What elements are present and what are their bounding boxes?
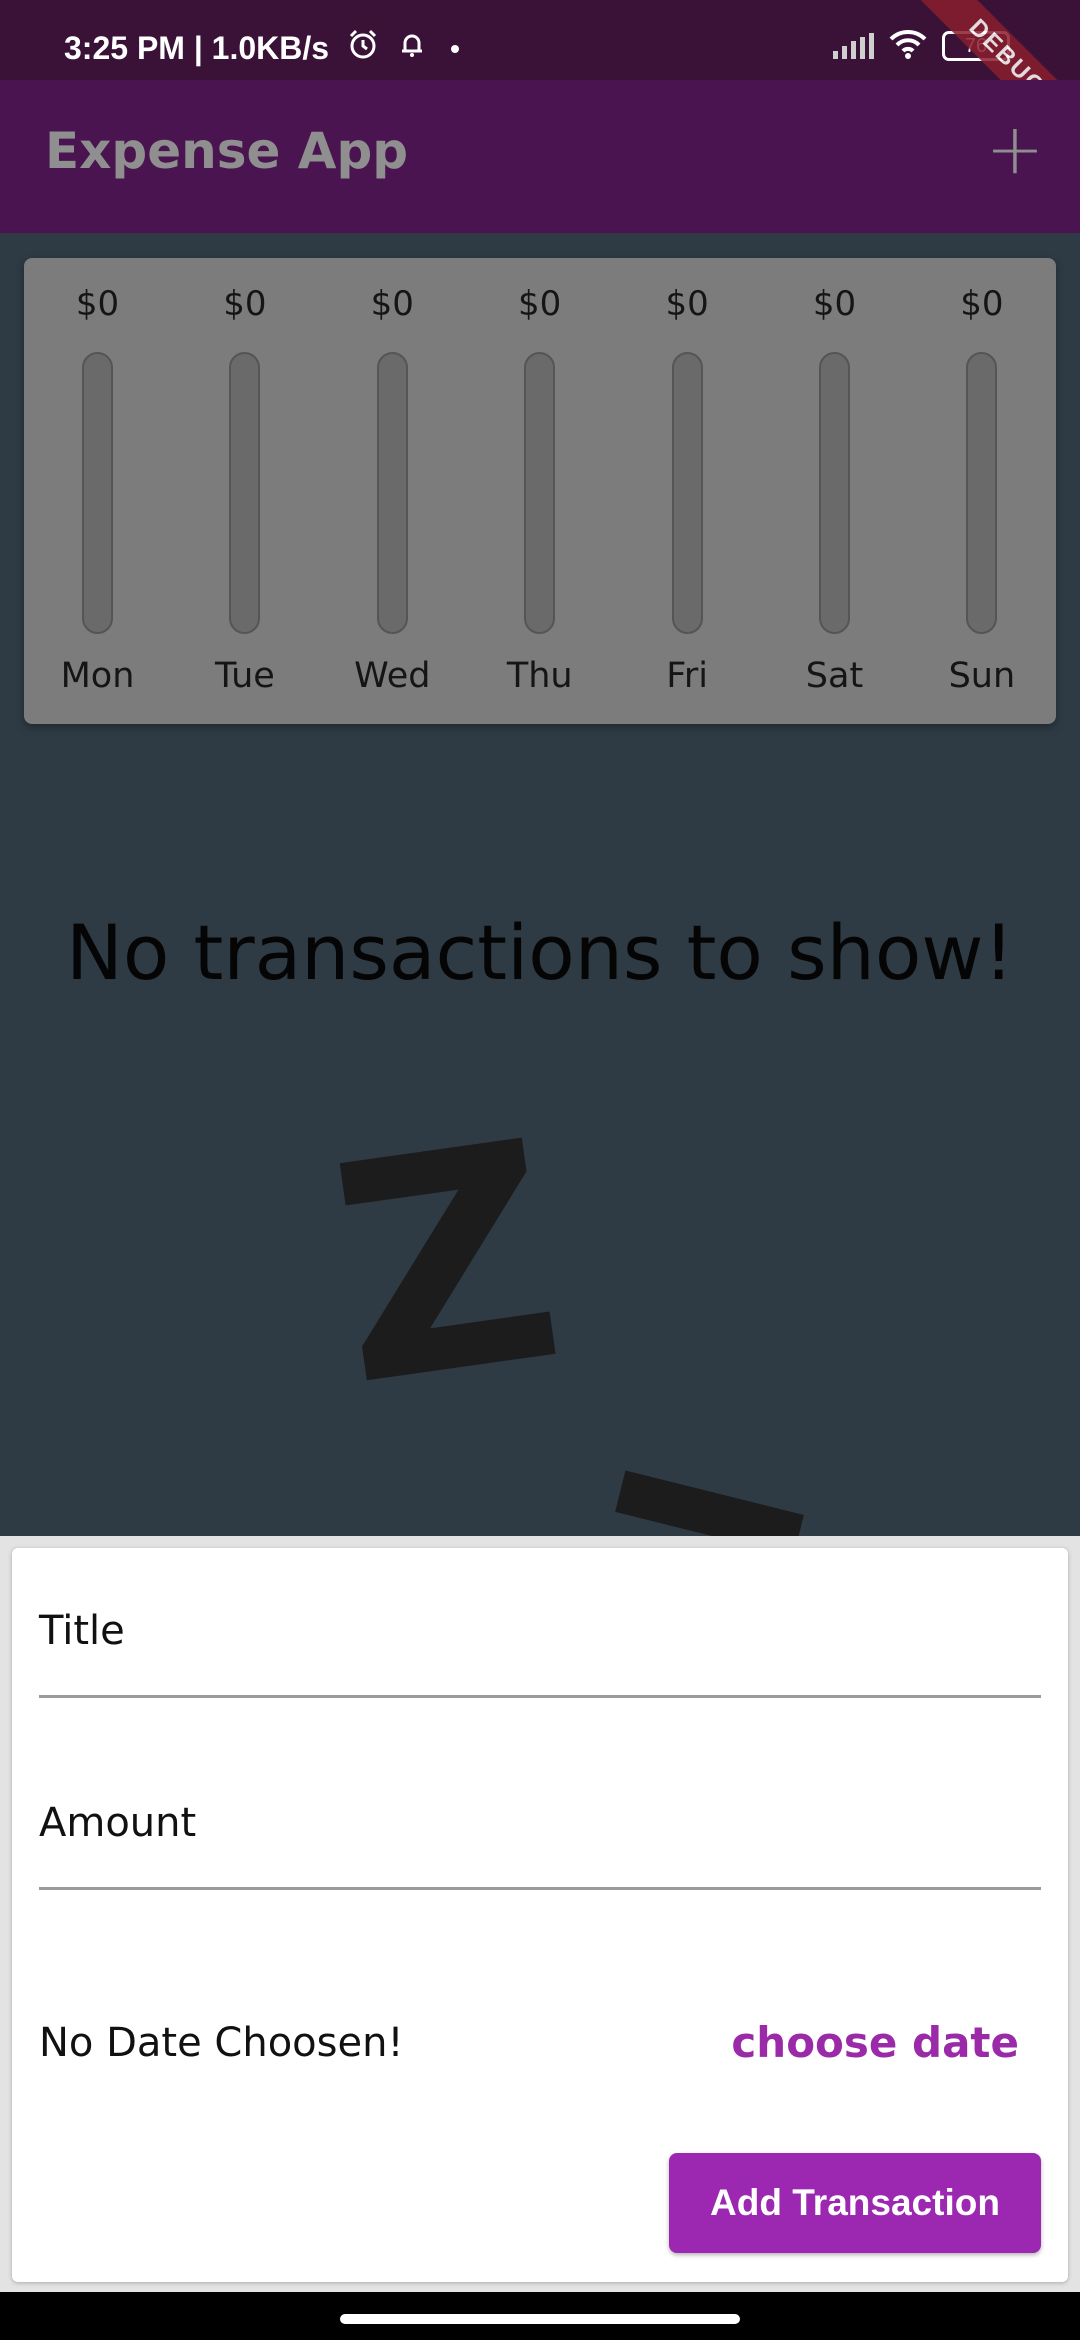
wifi-icon: [888, 28, 928, 64]
add-icon[interactable]: +: [980, 114, 1050, 186]
chart-column-wed: $0 Wed: [319, 258, 466, 724]
chart-column-sat: $0 Sat: [761, 258, 908, 724]
signal-icon: [833, 33, 874, 59]
new-transaction-card: Title Amount No Date Choosen! choose dat…: [12, 1548, 1068, 2282]
chart-day-label: Fri: [666, 656, 708, 696]
weekly-chart: $0 Mon $0 Tue $0 Wed $0 Thu $0 Fri $0 Sat $0 Sun: [24, 258, 1056, 724]
amount-field[interactable]: Amount: [39, 1740, 1041, 1890]
dot-icon: [445, 30, 465, 67]
new-transaction-sheet: Title Amount No Date Choosen! choose dat…: [0, 1536, 1080, 2292]
sleeping-z-image: Z: [314, 1076, 579, 1453]
chart-bar: [671, 352, 703, 634]
alarm-icon: [347, 28, 379, 68]
chart-amount: $0: [665, 284, 709, 324]
chart-day-label: Sat: [805, 656, 864, 696]
home-gesture-handle[interactable]: [340, 2314, 740, 2324]
chart-column-mon: $0 Mon: [24, 258, 171, 724]
chart-column-sun: $0 Sun: [908, 258, 1055, 724]
chart-column-tue: $0 Tue: [171, 258, 318, 724]
add-transaction-button[interactable]: Add Transaction: [669, 2153, 1041, 2253]
chart-day-label: Sun: [948, 656, 1016, 696]
choose-date-button[interactable]: choose date: [731, 2018, 1019, 2067]
chart-bar: [819, 352, 850, 634]
title-field[interactable]: Title: [39, 1548, 1041, 1698]
chart-amount: $0: [370, 284, 414, 324]
chart-bar: [229, 352, 261, 634]
chart-bar: [376, 352, 408, 634]
chart-day-label: Wed: [354, 656, 431, 696]
chart-column-thu: $0 Thu: [466, 258, 613, 724]
chart-bar: [966, 352, 998, 634]
title-input[interactable]: [39, 1648, 1041, 1688]
selected-date-text: No Date Choosen!: [39, 2020, 404, 2066]
amount-input[interactable]: [39, 1840, 1041, 1880]
app-bar: Expense App +: [0, 80, 1080, 233]
app-title: Expense App: [45, 122, 409, 180]
chart-bar: [524, 352, 556, 634]
chart-day-label: Thu: [506, 656, 573, 696]
chart-amount: $0: [812, 284, 857, 324]
chart-day-label: Mon: [60, 656, 135, 696]
chart-amount: $0: [223, 284, 267, 324]
status-time: 3:25 PM | 1.0KB/s: [64, 29, 330, 66]
date-row: No Date Choosen! choose date: [39, 2012, 1041, 2072]
bell-icon: [397, 29, 427, 67]
status-bar: 3:25 PM | 1.0KB/s 76: [0, 0, 1080, 80]
chart-amount: $0: [75, 284, 120, 324]
empty-state-message: No transactions to show!: [66, 908, 1014, 997]
chart-amount: $0: [960, 284, 1004, 324]
status-left: 3:25 PM | 1.0KB/s: [64, 28, 465, 68]
chart-column-fri: $0 Fri: [614, 258, 761, 724]
chart-bar: [82, 352, 113, 634]
chart-day-label: Tue: [215, 656, 275, 696]
navigation-bar: [0, 2292, 1080, 2340]
chart-amount: $0: [518, 284, 562, 324]
